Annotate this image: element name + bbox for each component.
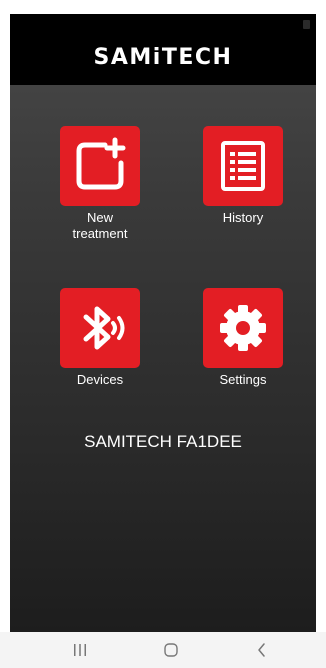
brand-logo: SAMiTECH	[93, 45, 233, 70]
back-button[interactable]	[242, 632, 282, 668]
connected-device-name: SAMITECH FA1DEE	[84, 432, 242, 451]
app-header: SAMiTECH	[10, 14, 316, 85]
home-button[interactable]	[151, 632, 191, 668]
new-treatment-label-line2: treatment	[72, 226, 128, 241]
settings-button[interactable]: Settings	[188, 288, 298, 388]
new-treatment-icon	[60, 126, 140, 206]
system-nav-bar	[0, 632, 326, 668]
back-icon	[258, 643, 265, 657]
home-icon	[164, 643, 178, 657]
history-label: History	[222, 210, 264, 225]
history-button[interactable]: History	[188, 126, 298, 226]
recents-button[interactable]	[60, 632, 100, 668]
status-indicator	[303, 20, 310, 29]
new-treatment-button[interactable]: New treatment	[45, 126, 155, 242]
bluetooth-icon	[60, 288, 140, 368]
new-treatment-label-line1: New	[86, 210, 113, 225]
new-treatment-label: New treatment	[45, 210, 155, 242]
app-screen: SAMiTECH New treatment History Devices S…	[10, 14, 316, 632]
settings-label: Settings	[219, 372, 267, 387]
devices-button[interactable]: Devices	[45, 288, 155, 388]
gear-icon	[203, 288, 283, 368]
recents-icon	[74, 644, 86, 656]
phone-frame: SAMiTECH New treatment History Devices S…	[0, 0, 326, 668]
list-icon	[203, 126, 283, 206]
devices-label: Devices	[76, 372, 124, 387]
